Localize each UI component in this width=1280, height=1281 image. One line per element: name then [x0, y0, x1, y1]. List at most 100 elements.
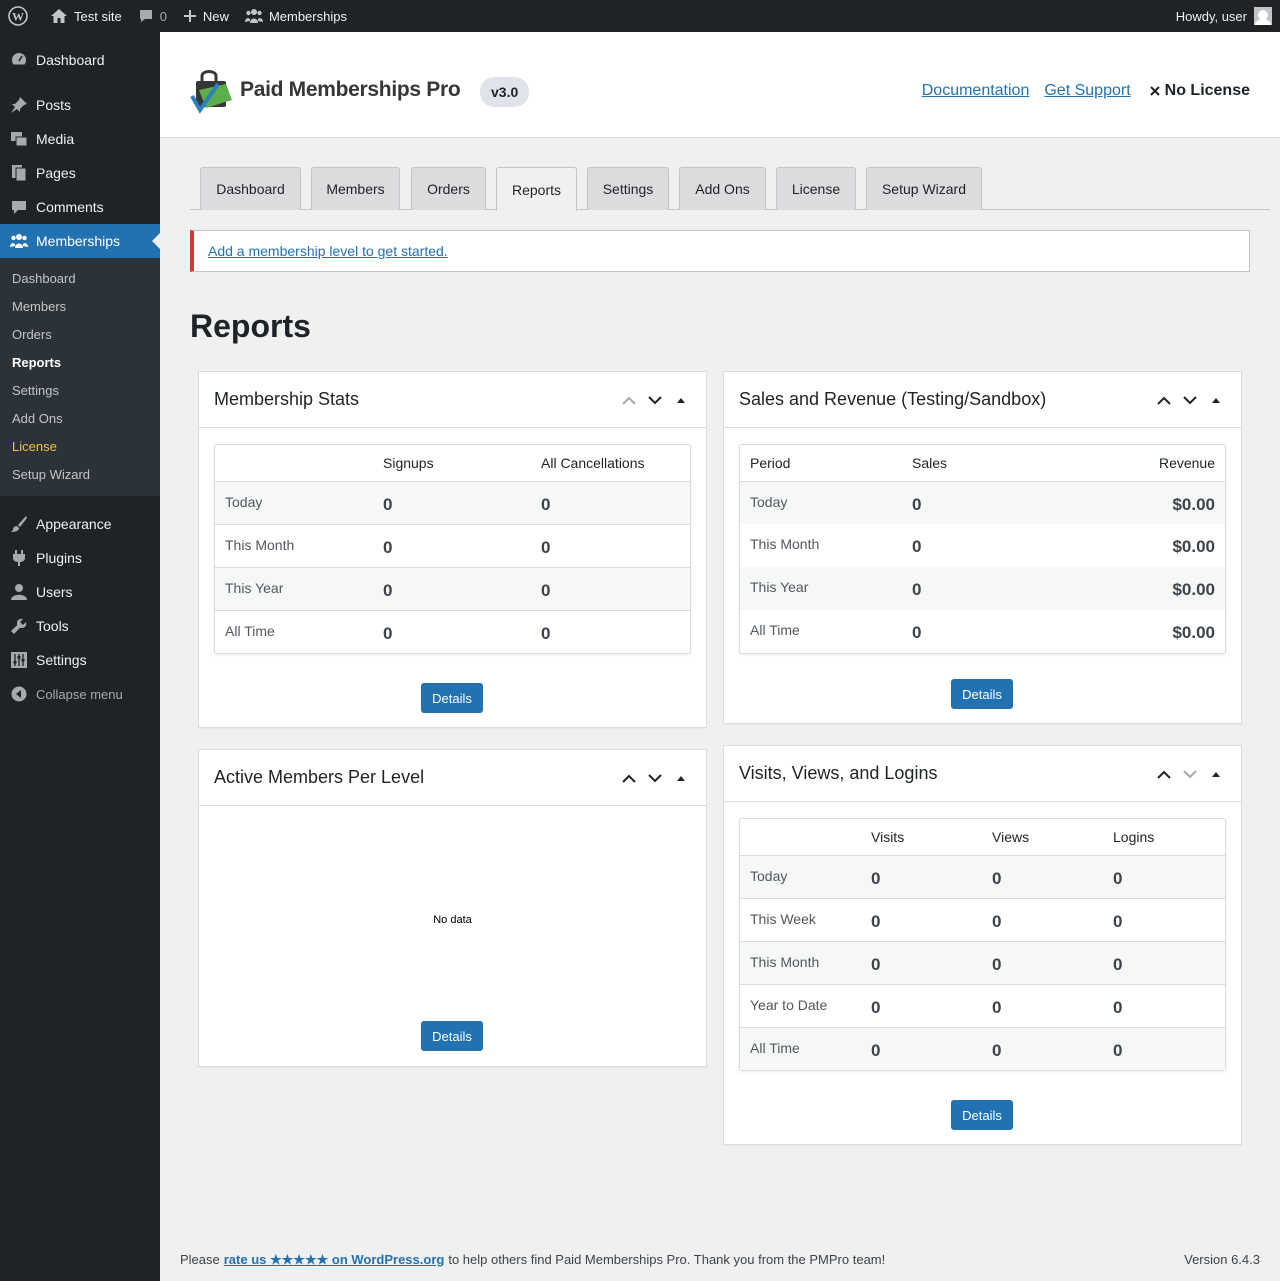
tab-license[interactable]: License: [776, 167, 856, 210]
menu-users[interactable]: Users: [0, 575, 160, 609]
box-header: Visits, Views, and Logins: [724, 746, 1241, 802]
chevron-down-icon: [1183, 395, 1197, 404]
user-icon: [10, 583, 28, 601]
submenu-members[interactable]: Members: [0, 293, 160, 321]
box-header: Sales and Revenue (Testing/Sandbox): [724, 372, 1241, 428]
site-name: Test site: [74, 8, 122, 24]
get-support-link[interactable]: Get Support: [1044, 82, 1130, 100]
menu-comments[interactable]: Comments: [0, 190, 160, 224]
move-down-button[interactable]: [1177, 390, 1203, 410]
move-down-button[interactable]: [642, 390, 668, 410]
table-row: All Time 0 $0.00: [750, 622, 1215, 642]
menu-label: Posts: [36, 97, 72, 113]
chevron-up-icon: [1157, 770, 1171, 779]
pmpro-header: Paid Memberships Pro v3.0 Documentation …: [160, 32, 1280, 138]
toggle-panel-button[interactable]: [1203, 390, 1229, 410]
submenu-dashboard[interactable]: Dashboard: [0, 265, 160, 293]
move-up-button[interactable]: [616, 390, 642, 410]
menu-appearance[interactable]: Appearance: [0, 507, 160, 541]
menu-label: Memberships: [36, 233, 121, 249]
table-row: This Month 0 0: [215, 523, 690, 567]
memberships-link[interactable]: Memberships: [237, 0, 355, 32]
comments-link[interactable]: 0: [130, 0, 175, 32]
menu-media[interactable]: Media: [0, 122, 160, 156]
no-data-text: No data: [433, 914, 472, 926]
pmpro-logo-icon: [190, 70, 232, 114]
wrench-icon: [10, 617, 28, 635]
no-license-link[interactable]: No License: [1149, 82, 1250, 100]
svg-text:W: W: [12, 10, 24, 24]
submenu-setup-wizard[interactable]: Setup Wizard: [0, 461, 160, 489]
move-up-button[interactable]: [1151, 390, 1177, 410]
col-header: Signups: [383, 454, 434, 471]
menu-memberships[interactable]: Memberships: [0, 224, 160, 258]
triangle-up-icon: [1212, 772, 1220, 777]
pmpro-logo[interactable]: Paid Memberships Pro: [190, 66, 461, 114]
memberships-submenu: Dashboard Members Orders Reports Setting…: [0, 258, 160, 496]
comment-icon: [10, 198, 28, 216]
new-content-link[interactable]: New: [175, 0, 237, 32]
menu-label: Plugins: [36, 550, 82, 566]
rate-us-link[interactable]: rate us ★★★★★ on WordPress.org: [224, 1252, 445, 1268]
documentation-link[interactable]: Documentation: [922, 82, 1030, 100]
add-level-link[interactable]: Add a membership level to get started.: [208, 243, 448, 259]
move-down-button[interactable]: [1177, 764, 1203, 784]
media-icon: [10, 130, 28, 148]
submenu-reports[interactable]: Reports: [0, 349, 160, 377]
menu-plugins[interactable]: Plugins: [0, 541, 160, 575]
move-down-button[interactable]: [642, 768, 668, 788]
tab-settings[interactable]: Settings: [587, 167, 669, 210]
details-button[interactable]: Details: [951, 679, 1013, 709]
sliders-icon: [10, 651, 28, 669]
submenu-add-ons[interactable]: Add Ons: [0, 405, 160, 433]
page-title: Reports: [190, 308, 311, 344]
details-button[interactable]: Details: [421, 1021, 483, 1051]
wordpress-logo-icon[interactable]: W: [0, 0, 42, 32]
footer-suffix: to help others find Paid Memberships Pro…: [448, 1252, 886, 1267]
menu-posts[interactable]: Posts: [0, 88, 160, 122]
box-title: Membership Stats: [214, 389, 360, 409]
move-up-button[interactable]: [1151, 764, 1177, 784]
submenu-orders[interactable]: Orders: [0, 321, 160, 349]
admin-sidebar: Dashboard Posts Media Pages Comments Mem…: [0, 32, 160, 1281]
toggle-panel-button[interactable]: [668, 768, 694, 788]
col-header: Period: [750, 454, 791, 471]
tab-dashboard[interactable]: Dashboard: [200, 167, 301, 210]
collapse-icon: [10, 685, 28, 703]
submenu-license[interactable]: License: [0, 433, 160, 461]
dashboard-icon: [10, 51, 28, 69]
menu-tools[interactable]: Tools: [0, 609, 160, 643]
table-row: Today 0 $0.00: [740, 480, 1225, 524]
submenu-settings[interactable]: Settings: [0, 377, 160, 405]
col-header: Revenue: [1158, 454, 1215, 471]
table-row: This Year 0 $0.00: [740, 567, 1225, 610]
menu-settings[interactable]: Settings: [0, 643, 160, 677]
toggle-panel-button[interactable]: [1203, 764, 1229, 784]
col-header: All Cancellations: [541, 454, 645, 471]
table-row: Today 0 0 0: [740, 854, 1225, 898]
site-name-link[interactable]: Test site: [42, 0, 130, 32]
menu-dashboard[interactable]: Dashboard: [0, 43, 160, 77]
collapse-menu-button[interactable]: Collapse menu: [0, 677, 160, 711]
tab-setup-wizard[interactable]: Setup Wizard: [866, 167, 982, 210]
collapse-label: Collapse menu: [36, 686, 123, 702]
howdy-text: Howdy, user: [1175, 8, 1247, 24]
my-account[interactable]: Howdy, user: [1176, 7, 1280, 25]
details-button[interactable]: Details: [951, 1100, 1013, 1130]
move-up-button[interactable]: [616, 768, 642, 788]
box-controls: [616, 768, 694, 788]
tab-reports[interactable]: Reports: [496, 167, 577, 211]
col-header: Views: [992, 828, 1030, 845]
toggle-panel-button[interactable]: [668, 390, 694, 410]
comment-icon: [139, 10, 152, 22]
tab-members[interactable]: Members: [311, 167, 400, 210]
tab-orders[interactable]: Orders: [411, 167, 486, 210]
menu-pages[interactable]: Pages: [0, 156, 160, 190]
col-header: [215, 445, 373, 481]
chevron-down-icon: [1183, 769, 1197, 778]
tab-add-ons[interactable]: Add Ons: [679, 167, 766, 210]
no-license-label: No License: [1164, 82, 1250, 99]
home-icon: [51, 9, 67, 23]
details-button[interactable]: Details: [421, 683, 483, 713]
header-links: Documentation Get Support No License: [907, 82, 1250, 100]
